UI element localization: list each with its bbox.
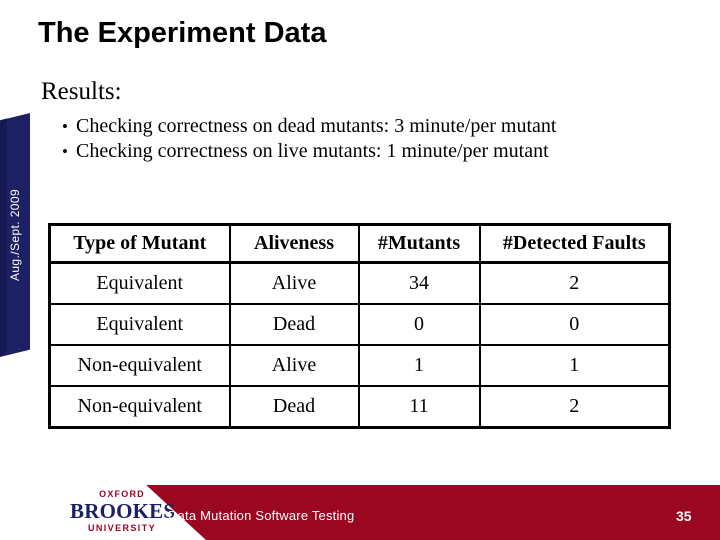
oxford-brookes-logo: OXFORD BROOKES UNIVERSITY [70, 489, 176, 537]
table-cell: 1 [357, 344, 481, 387]
table-cell: 11 [357, 385, 481, 429]
list-item: • Checking correctness on dead mutants: … [62, 114, 702, 139]
page-number: 35 [676, 508, 692, 524]
table-cell: Equivalent [48, 303, 231, 346]
table-cell: 2 [478, 385, 671, 429]
section-label-results: Results: [41, 78, 122, 105]
table-row: Non-equivalent Alive 1 1 [48, 344, 671, 387]
table-header-cell: #Detected Faults [478, 223, 671, 264]
bullet-list: • Checking correctness on dead mutants: … [62, 114, 702, 164]
table-header-cell: #Mutants [357, 223, 481, 264]
slide-canvas: The Experiment Data Results: • Checking … [0, 0, 720, 540]
bullet-point-icon: • [62, 117, 68, 136]
list-item-label: Checking correctness on live mutants: 1 … [76, 140, 549, 162]
logo-main-label: BROOKES [70, 499, 176, 523]
results-table: Type of Mutant Aliveness #Mutants #Detec… [48, 223, 671, 429]
table-cell: Non-equivalent [48, 385, 231, 429]
sidebar-date-label: Aug./Sept. 2009 [8, 188, 22, 282]
table-cell: Dead [228, 385, 360, 429]
table-cell: Dead [228, 303, 360, 346]
table-row: Non-equivalent Dead 11 2 [48, 385, 671, 429]
page-title: The Experiment Data [38, 17, 327, 49]
table-cell: Equivalent [48, 261, 231, 305]
results-table-container: Type of Mutant Aliveness #Mutants #Detec… [48, 223, 671, 429]
table-cell: 34 [357, 261, 481, 305]
table-row: Equivalent Dead 0 0 [48, 303, 671, 346]
table-cell: 1 [478, 344, 671, 387]
bullet-point-icon: • [62, 142, 68, 161]
table-row: Equivalent Alive 34 2 [48, 261, 671, 305]
table-cell: Alive [228, 261, 360, 305]
logo-bottom-label: UNIVERSITY [87, 523, 156, 533]
table-header-row: Type of Mutant Aliveness #Mutants #Detec… [48, 223, 671, 264]
table-cell: Non-equivalent [48, 344, 231, 387]
list-item: • Checking correctness on live mutants: … [62, 139, 702, 164]
table-cell: 0 [478, 303, 671, 346]
table-header-cell: Type of Mutant [48, 223, 231, 264]
table-cell: 2 [478, 261, 671, 305]
footer-title: Data Mutation Software Testing [168, 508, 355, 523]
table-header-cell: Aliveness [228, 223, 360, 264]
table-cell: Alive [228, 344, 360, 387]
table-cell: 0 [357, 303, 481, 346]
list-item-label: Checking correctness on dead mutants: 3 … [76, 115, 557, 137]
